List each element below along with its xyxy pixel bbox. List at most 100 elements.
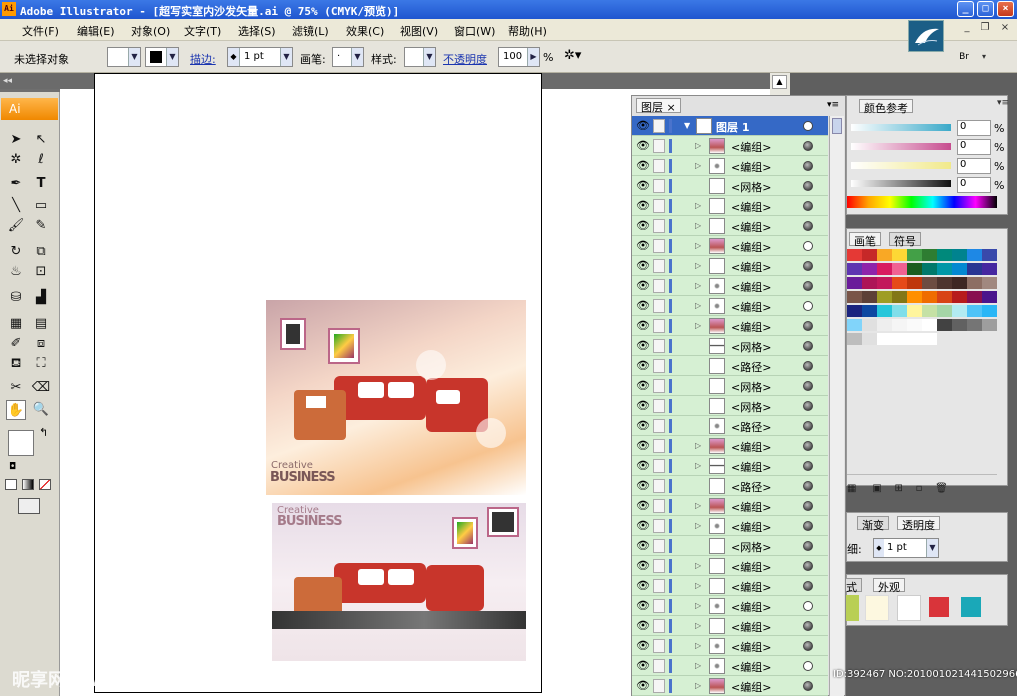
column-graph-tool-icon[interactable]: ▟ [31,288,51,308]
color-swatch[interactable] [877,291,892,303]
lock-toggle[interactable] [653,659,665,673]
layer-row[interactable]: 👁 <路径> [632,416,828,436]
lock-toggle[interactable] [653,399,665,413]
layer-row[interactable]: 👁 <路径> [632,476,828,496]
style-swatch[interactable] [845,595,859,621]
slice-tool-icon[interactable]: ✂ [6,378,26,398]
color-swatch[interactable] [937,249,952,261]
pencil-tool-icon[interactable]: ✎ [31,216,51,236]
menu-filter[interactable]: 滤镜(L) [292,23,329,39]
target-icon[interactable] [803,361,813,371]
lock-toggle[interactable] [653,619,665,633]
panel-menu-icon[interactable]: ▾≡ [827,100,839,110]
lock-toggle[interactable] [653,159,665,173]
lock-toggle[interactable] [653,239,665,253]
layer-row[interactable]: 👁 ▷ <编组> [632,216,828,236]
symbol-sprayer-tool-icon[interactable]: ⛁ [6,288,26,308]
target-icon[interactable] [803,341,813,351]
stroke-color-dropdown[interactable]: ▼ [145,47,179,67]
color-swatch[interactable] [877,249,892,261]
doc-restore-icon[interactable]: ❐ [978,22,992,35]
color-swatch[interactable] [922,319,937,331]
black-value[interactable]: 0 [957,177,991,193]
layer-row[interactable]: 👁 ▷ <编组> [632,556,828,576]
tab-brushes[interactable]: 画笔 [849,232,881,248]
blend-tool-icon[interactable]: ⧈ [31,334,51,354]
style-dropdown[interactable]: ▼ [404,47,436,67]
color-swatch[interactable] [907,249,922,261]
yellow-value[interactable]: 0 [957,158,991,174]
eye-icon[interactable]: 👁 [636,420,650,432]
target-icon[interactable] [803,561,813,571]
layer-row[interactable]: 👁 ▷ <编组> [632,296,828,316]
layer-name[interactable]: <路径> [731,479,771,495]
target-icon[interactable] [803,281,813,291]
layer-row[interactable]: 👁 ▷ <编组> [632,256,828,276]
eye-icon[interactable]: 👁 [636,540,650,552]
layer-row[interactable]: 👁 ▷ <编组> [632,456,828,476]
lock-toggle[interactable] [653,419,665,433]
lock-toggle[interactable] [653,139,665,153]
live-paint-selection-tool-icon[interactable]: ⛶ [31,354,51,374]
lock-toggle[interactable] [653,279,665,293]
layer-row[interactable]: 👁 ▷ <编组> [632,316,828,336]
triangle-right-icon[interactable]: ▷ [695,281,701,290]
triangle-right-icon[interactable]: ▷ [695,321,701,330]
gradient-mode-icon[interactable] [22,479,34,490]
target-icon[interactable] [803,221,813,231]
style-swatch[interactable] [961,597,981,617]
color-swatch[interactable] [952,291,967,303]
fill-color-dropdown[interactable]: ▼ [107,47,141,67]
target-icon[interactable] [803,621,813,631]
tab-symbols[interactable]: 符号 [889,232,921,248]
color-swatch[interactable] [892,249,907,261]
color-swatch[interactable] [847,249,862,261]
tab-transparency[interactable]: 透明度 [897,516,940,532]
panel-menu-icon[interactable]: ▾≡ [997,98,1009,108]
color-swatch[interactable] [862,333,877,345]
color-swatch[interactable] [952,249,967,261]
eye-icon[interactable]: 👁 [636,640,650,652]
layer-name[interactable]: <编组> [731,219,771,235]
eye-icon[interactable]: 👁 [636,500,650,512]
target-icon[interactable] [803,201,813,211]
fill-swatch[interactable] [8,430,34,456]
color-swatch[interactable] [982,277,997,289]
color-swatch[interactable] [982,319,997,331]
color-swatch[interactable] [877,305,892,317]
chevron-down-icon[interactable]: ▾ [982,47,990,67]
color-swatch[interactable] [892,305,907,317]
layer-name[interactable]: <编组> [731,459,771,475]
layer-name[interactable]: 图层 1 [716,119,749,135]
triangle-right-icon[interactable]: ▷ [695,621,701,630]
layer-name[interactable]: <编组> [731,679,771,695]
opacity-label[interactable]: 不透明度 [443,51,487,67]
layer-row[interactable]: 👁 <网格> [632,176,828,196]
layer-row[interactable]: 👁 ▷ <编组> [632,636,828,656]
eye-icon[interactable]: 👁 [636,180,650,192]
eye-icon[interactable]: 👁 [636,160,650,172]
layer-name[interactable]: <编组> [731,659,771,675]
layer-name[interactable]: <编组> [731,279,771,295]
style-swatch[interactable] [897,595,921,621]
color-swatch[interactable] [907,319,922,331]
magenta-slider[interactable] [851,143,951,150]
lock-toggle[interactable] [653,379,665,393]
target-icon[interactable] [803,261,813,271]
layer-name[interactable]: <编组> [731,319,771,335]
layer-name[interactable]: <编组> [731,299,771,315]
target-icon[interactable] [803,441,813,451]
eye-icon[interactable]: 👁 [636,560,650,572]
opacity-input[interactable]: 100 ▶ [498,47,540,67]
color-swatch[interactable] [982,263,997,275]
lock-toggle[interactable] [653,439,665,453]
triangle-right-icon[interactable]: ▷ [695,241,701,250]
rotate-tool-icon[interactable]: ↻ [6,242,26,262]
color-swatch[interactable] [847,291,862,303]
lock-toggle[interactable] [653,499,665,513]
eye-icon[interactable]: 👁 [636,580,650,592]
tab-color-guide[interactable]: 颜色参考 [859,99,913,115]
eye-icon[interactable]: 👁 [636,380,650,392]
color-swatch[interactable] [967,305,982,317]
swatch-grid[interactable] [847,249,997,345]
